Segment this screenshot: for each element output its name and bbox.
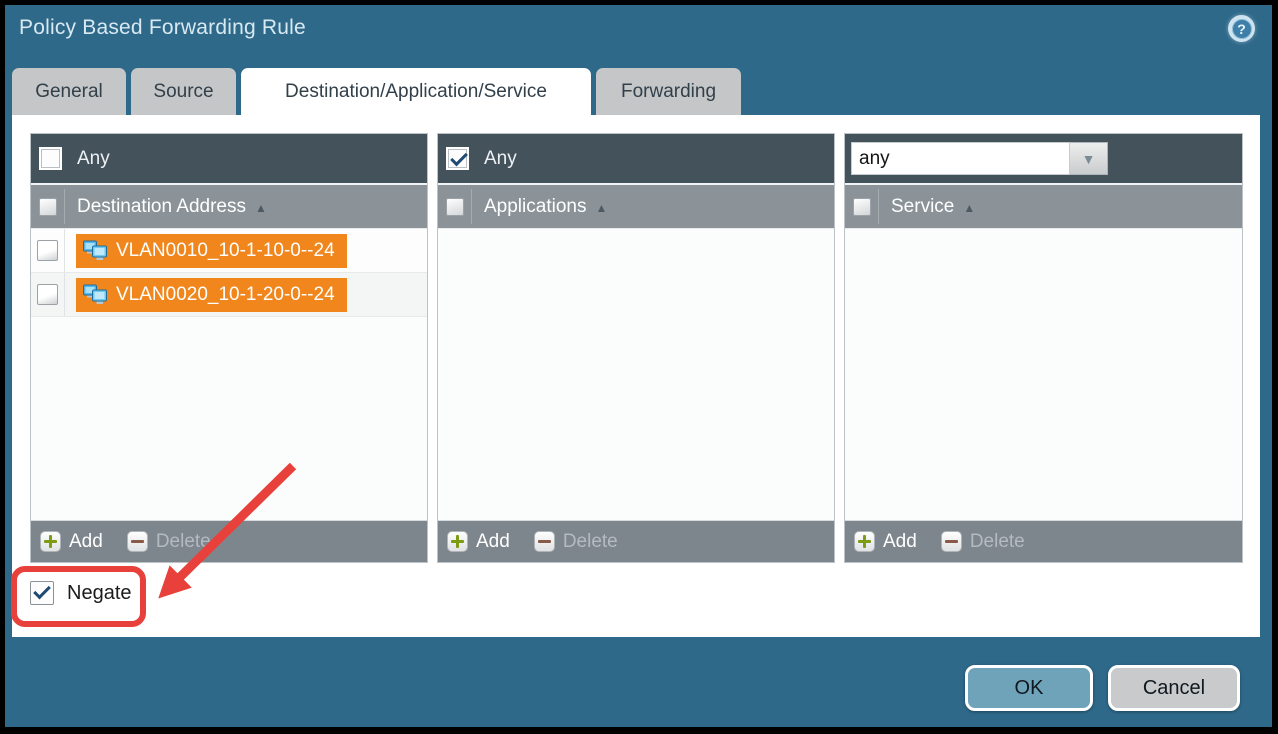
plus-icon [854, 531, 875, 552]
applications-delete-button[interactable]: Delete [534, 531, 618, 553]
row-checkbox[interactable] [37, 284, 58, 305]
applications-footer-bar: Add Delete [438, 520, 834, 562]
minus-icon [127, 531, 148, 552]
applications-any-label: Any [484, 148, 517, 170]
row-checkbox[interactable] [37, 240, 58, 261]
row-checkbox-cell [31, 273, 65, 316]
help-glyph: ? [1232, 19, 1252, 39]
service-add-button[interactable]: Add [854, 531, 917, 553]
service-list [845, 229, 1242, 520]
destination-column-label: Destination Address [77, 196, 246, 218]
ok-button[interactable]: OK [965, 665, 1093, 711]
screen: Policy Based Forwarding Rule ? General S… [0, 0, 1278, 734]
help-icon[interactable]: ? [1228, 15, 1255, 42]
dropdown-arrow-button[interactable]: ▼ [1070, 142, 1108, 175]
address-object-label: VLAN0010_10-1-10-0--24 [116, 240, 335, 262]
negate-checkbox[interactable] [30, 581, 54, 605]
column-separator [64, 189, 65, 224]
destination-row-2[interactable]: VLAN0020_10-1-20-0--24 [31, 273, 427, 317]
tab-destination-application-service[interactable]: Destination/Application/Service [241, 68, 591, 115]
policy-based-forwarding-dialog: Policy Based Forwarding Rule ? General S… [5, 5, 1272, 727]
destination-add-button[interactable]: Add [40, 531, 103, 553]
column-separator [878, 189, 879, 224]
sort-asc-icon: ▲ [963, 199, 975, 215]
address-object-label: VLAN0020_10-1-20-0--24 [116, 284, 335, 306]
service-column-label: Service [891, 196, 954, 218]
service-footer-bar: Add Delete [845, 520, 1242, 562]
destination-any-checkbox[interactable] [39, 147, 62, 170]
tab-bar: General Source Destination/Application/S… [12, 68, 741, 115]
service-delete-button[interactable]: Delete [941, 531, 1025, 553]
service-dropdown-row: any ▼ [845, 134, 1242, 183]
address-object-chip[interactable]: VLAN0020_10-1-20-0--24 [76, 278, 347, 312]
negate-label: Negate [67, 582, 132, 605]
destination-row-1[interactable]: VLAN0010_10-1-10-0--24 [31, 229, 427, 273]
applications-any-checkbox[interactable] [446, 147, 469, 170]
destination-any-label: Any [77, 148, 110, 170]
sort-asc-icon: ▲ [255, 199, 267, 215]
plus-icon [40, 531, 61, 552]
destination-list: VLAN0010_10-1-10-0--24 [31, 229, 427, 520]
row-checkbox-cell [31, 229, 65, 272]
plus-icon [447, 531, 468, 552]
destination-delete-button[interactable]: Delete [127, 531, 211, 553]
network-icon [82, 240, 108, 262]
service-dropdown-value[interactable]: any [851, 142, 1070, 175]
applications-any-row: Any [438, 134, 834, 183]
applications-column-label: Applications [484, 196, 586, 218]
service-dropdown: any ▼ [851, 142, 1108, 175]
minus-icon [534, 531, 555, 552]
destination-footer-bar: Add Delete [31, 520, 427, 562]
destination-address-panel: Any Destination Address ▲ [30, 133, 428, 563]
applications-select-all-checkbox[interactable] [446, 198, 464, 216]
tab-general[interactable]: General [12, 68, 126, 115]
dialog-title: Policy Based Forwarding Rule [19, 16, 306, 40]
sort-asc-icon: ▲ [595, 199, 607, 215]
network-icon [82, 284, 108, 306]
tab-forwarding[interactable]: Forwarding [596, 68, 741, 115]
address-object-chip[interactable]: VLAN0010_10-1-10-0--24 [76, 234, 347, 268]
destination-column-header[interactable]: Destination Address ▲ [31, 183, 427, 229]
service-select-all-checkbox[interactable] [853, 198, 871, 216]
service-column-header[interactable]: Service ▲ [845, 183, 1242, 229]
chevron-down-icon: ▼ [1082, 151, 1096, 167]
destination-any-row: Any [31, 134, 427, 183]
negate-row: Negate [30, 581, 132, 605]
service-panel: any ▼ Service ▲ Add [844, 133, 1243, 563]
cancel-button[interactable]: Cancel [1108, 665, 1240, 711]
column-separator [471, 189, 472, 224]
minus-icon [941, 531, 962, 552]
tab-source[interactable]: Source [131, 68, 236, 115]
applications-panel: Any Applications ▲ Add Delete [437, 133, 835, 563]
applications-add-button[interactable]: Add [447, 531, 510, 553]
tab-content: Any Destination Address ▲ [12, 115, 1260, 637]
applications-list [438, 229, 834, 520]
destination-select-all-checkbox[interactable] [39, 198, 57, 216]
applications-column-header[interactable]: Applications ▲ [438, 183, 834, 229]
